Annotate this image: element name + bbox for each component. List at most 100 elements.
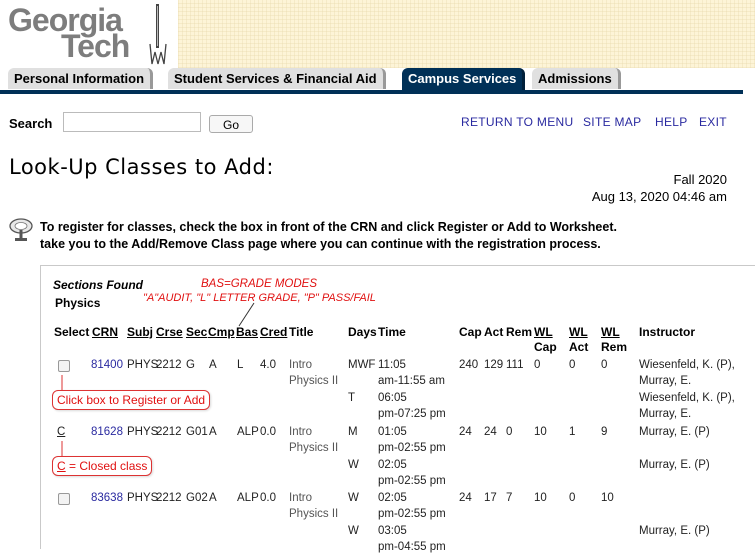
term-label: Fall 2020 [673, 172, 727, 187]
cmp-cell: A [209, 492, 217, 504]
rem-cell: 7 [506, 492, 513, 504]
days-cell: W [348, 459, 359, 471]
col-wl-rem-top: WL [601, 325, 620, 339]
cmp-cell: A [209, 359, 217, 371]
rem-cell: 111 [506, 359, 524, 371]
grade-modes-annotation: "A"AUDIT, "L" LETTER GRADE, "P" PASS/FAI… [143, 292, 376, 304]
site-map-link[interactable]: SITE MAP [583, 115, 641, 129]
sections-found-caption: Sections Found [53, 278, 143, 292]
crn-link[interactable]: 81628 [91, 426, 123, 438]
days-cell: T [348, 392, 356, 404]
instructor-cell[interactable]: Murray, E. (P) [639, 459, 710, 471]
crn-link[interactable]: 81400 [91, 359, 123, 371]
go-button[interactable]: Go [209, 115, 253, 133]
tab-admissions[interactable]: Admissions [532, 68, 621, 89]
closed-class-callout: C = Closed class [52, 456, 153, 476]
rem-cell: 0 [506, 426, 513, 438]
tab-campus-services[interactable]: Campus Services [402, 68, 526, 91]
time-cell: 01:05 [378, 426, 407, 438]
crn-link[interactable]: 83638 [91, 492, 123, 504]
instructions: To register for classes, check the box i… [40, 219, 617, 253]
title-cell-2: Physics II [289, 442, 339, 454]
time-cell-2: pm-02:55 pm [378, 475, 446, 487]
sec-cell: G [186, 359, 195, 371]
subj-cell: PHYS [127, 359, 159, 371]
col-instructor: Instructor [639, 325, 696, 339]
page-title: Look-Up Classes to Add: [9, 155, 274, 179]
col-crn: CRN [92, 325, 118, 339]
search-input[interactable] [63, 112, 201, 132]
return-to-menu-link[interactable]: RETURN TO MENU [461, 115, 573, 129]
time-cell-2: pm-02:55 pm [378, 442, 446, 454]
crse-cell: 2212 [156, 492, 182, 504]
exit-link[interactable]: EXIT [699, 115, 727, 129]
cap-cell: 24 [459, 492, 472, 504]
sections-panel: Sections Found Physics BAS=GRADE MODES "… [40, 265, 755, 553]
cred-cell: 0.0 [260, 492, 276, 504]
tab-underline [0, 90, 743, 94]
closed-class-text: = Closed class [65, 459, 148, 473]
subj-cell: PHYS [127, 492, 159, 504]
days-cell: MWF [348, 359, 376, 371]
bas-cell: ALP [237, 492, 259, 504]
time-cell-2: pm-02:55 pm [378, 508, 446, 520]
instructor-cell[interactable]: Wiesenfeld, K. (P), [639, 392, 735, 404]
datetime-label: Aug 13, 2020 04:46 am [591, 189, 727, 204]
header-banner [178, 0, 755, 68]
col-wl-cap-bottom: Cap [534, 340, 557, 354]
subj-cell: PHYS [127, 426, 159, 438]
tab-student-services[interactable]: Student Services & Financial Aid [168, 68, 386, 89]
instructor-cell[interactable]: Murray, E. (P) [639, 525, 710, 537]
logo-line2: Tech [61, 28, 130, 64]
click-box-callout-text: Click box to Register or Add [57, 393, 206, 407]
time-cell: 11:05 [378, 359, 406, 371]
wl-rem-cell: 9 [601, 426, 608, 438]
cap-cell: 24 [459, 426, 472, 438]
subject-heading: Physics [55, 296, 101, 310]
days-cell: W [348, 525, 359, 537]
col-select: Select [54, 325, 90, 339]
bas-annotation: BAS=GRADE MODES [201, 278, 317, 290]
wl-rem-cell: 0 [601, 359, 608, 371]
title-cell: Intro [289, 359, 313, 371]
wl-cap-cell: 10 [534, 492, 547, 504]
bas-cell: L [237, 359, 244, 371]
sec-cell: G02 [186, 492, 208, 504]
days-cell: M [348, 426, 358, 438]
bas-cell: ALP [237, 426, 259, 438]
col-bas: Bas [236, 325, 259, 339]
act-cell: 129 [484, 359, 504, 371]
georgia-tech-logo[interactable]: Georgia Tech [0, 0, 176, 68]
time-cell: 06:05 [378, 392, 407, 404]
col-title: Title [289, 325, 314, 339]
title-cell-2: Physics II [289, 375, 339, 387]
select-checkbox-81400[interactable] [58, 360, 70, 372]
wl-cap-cell: 0 [534, 359, 541, 371]
cred-cell: 4.0 [260, 359, 276, 371]
instructor-cell[interactable]: Murray, E. (P) [639, 426, 710, 438]
time-cell-2: pm-07:25 pm [378, 408, 446, 420]
select-checkbox-83638[interactable] [58, 493, 70, 505]
col-cmp: Cmp [208, 325, 235, 339]
col-wl-rem-bottom: Rem [601, 340, 628, 354]
help-link[interactable]: HELP [655, 115, 688, 129]
time-cell: 03:05 [378, 525, 407, 537]
instructor-cell-2[interactable]: Murray, E. [639, 375, 691, 387]
crse-cell: 2212 [156, 359, 182, 371]
instructor-cell[interactable]: Wiesenfeld, K. (P), [639, 359, 735, 371]
cmp-cell: A [209, 426, 217, 438]
closed-class-letter: C [57, 459, 66, 473]
cap-cell: 240 [459, 359, 479, 371]
tech-tower-icon [149, 4, 167, 65]
col-crse: Crse [156, 325, 183, 339]
title-cell: Intro [289, 426, 313, 438]
col-sec: Sec [186, 325, 208, 339]
tab-personal-information[interactable]: Personal Information [8, 68, 154, 89]
sec-cell: G01 [186, 426, 208, 438]
col-cap: Cap [459, 325, 482, 339]
act-cell: 17 [484, 492, 497, 504]
col-rem: Rem [506, 325, 533, 339]
time-cell-2: pm-04:55 pm [378, 541, 446, 553]
instructor-cell-2[interactable]: Murray, E. [639, 408, 691, 420]
col-days: Days [348, 325, 377, 339]
